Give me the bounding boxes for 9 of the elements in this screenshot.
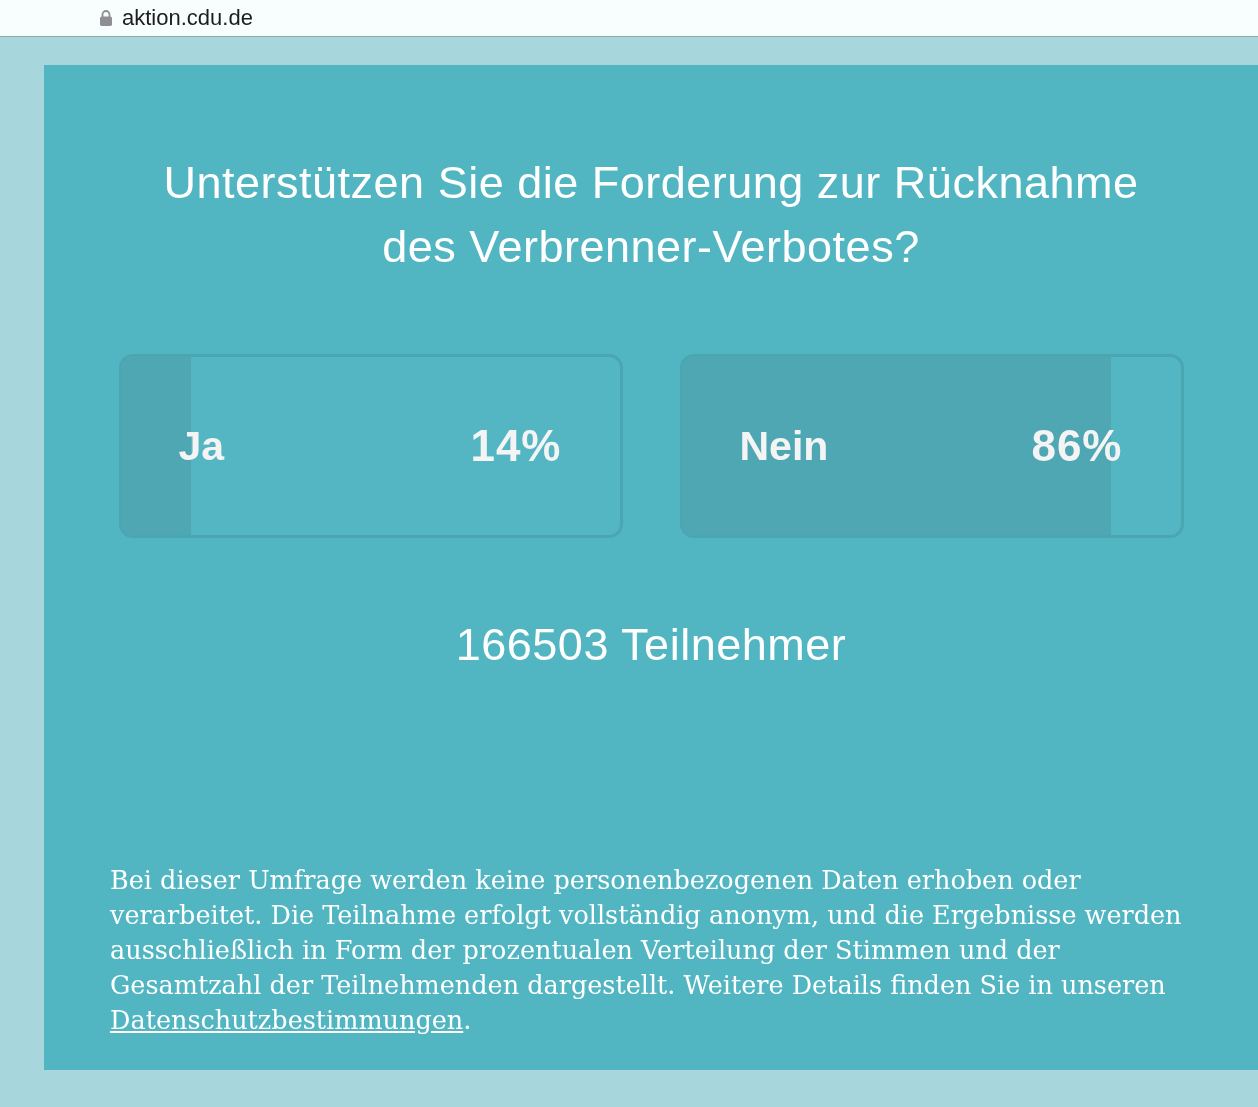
option-percent: 14%	[470, 424, 562, 468]
option-label: Nein	[739, 425, 829, 467]
privacy-notice: Bei dieser Umfrage werden keine personenbezogenen Daten erhoben oder verarbeitet. Die Teilnahme erfolgt vollständig anonym, und die Ergebnisse werden ausschließlich in Form der prozentualen Verteilung der Stimmen und der Gesamtzahl der Teilnehmenden dargestellt. Weitere Details finden Sie in unseren Datenschutzbestimmungen.	[110, 864, 1183, 1037]
poll-question: Unterstützen Sie die Forderung zur Rücknahme des Verbrenner-Verbotes?	[162, 156, 1140, 274]
option-percent: 86%	[1031, 424, 1123, 468]
url-text[interactable]: aktion.cdu.de	[122, 7, 253, 29]
option-label: Ja	[178, 425, 225, 467]
participant-count: 166503 Teilnehmer	[455, 618, 847, 672]
lock-icon	[100, 10, 112, 26]
